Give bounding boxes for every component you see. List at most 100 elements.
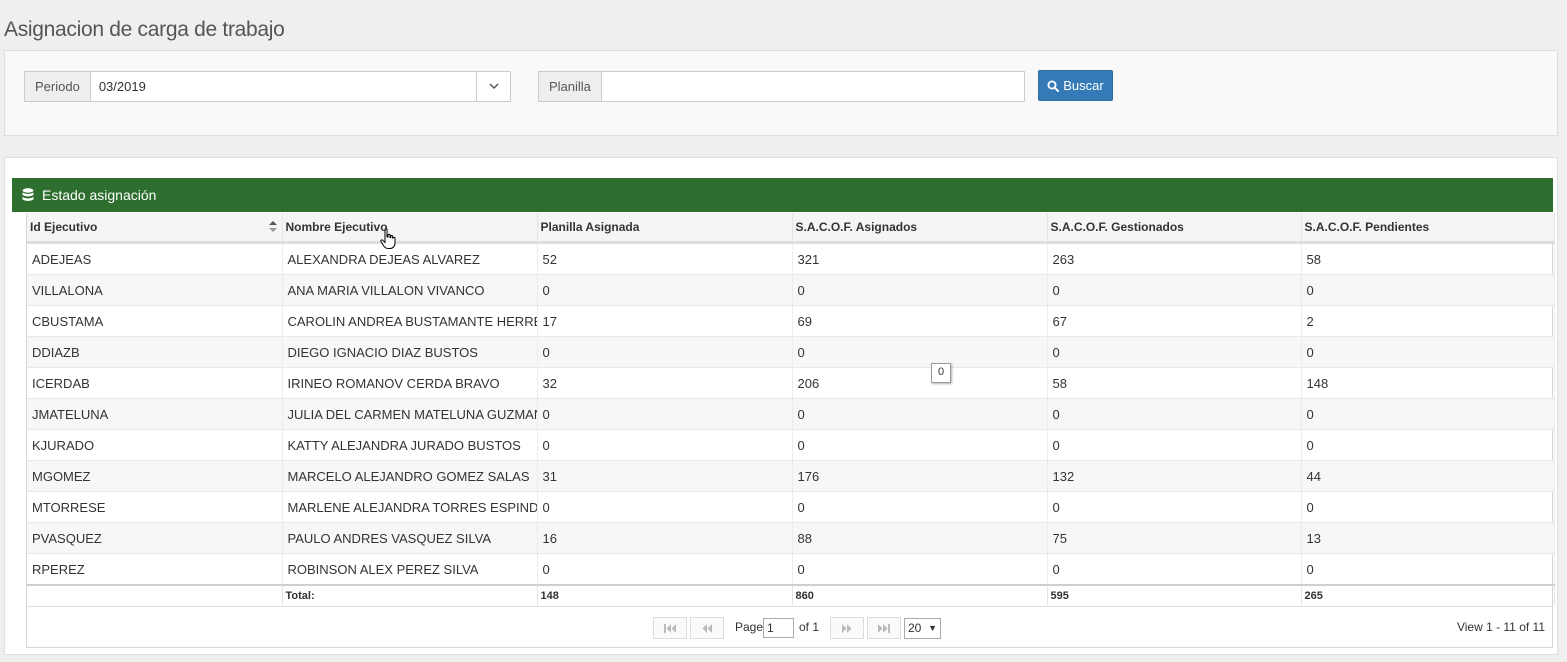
cell-id: MTORRESE xyxy=(27,491,283,523)
hand-cursor-icon xyxy=(380,228,396,249)
footer-total-gestionados: 595 xyxy=(1047,584,1302,606)
cell-asignados: 0 xyxy=(792,398,1048,430)
cell-nombre: MARCELO ALEJANDRO GOMEZ SALAS xyxy=(282,460,538,492)
last-page-button[interactable] xyxy=(867,617,901,639)
cell-gestionados: 67 xyxy=(1047,305,1302,337)
column-header-nombre[interactable]: Nombre Ejecutivo xyxy=(282,213,538,244)
cell-asignados: 176 xyxy=(792,460,1048,492)
cell-pendientes: 0 xyxy=(1301,553,1555,586)
cell-planilla: 17 xyxy=(537,305,793,337)
page-title: Asignacion de carga de trabajo xyxy=(4,18,285,42)
cell-pendientes: 2 xyxy=(1301,305,1555,337)
first-page-icon xyxy=(664,623,676,633)
cell-asignados: 0 xyxy=(792,553,1048,586)
pager: Page 1 of 1 20 ▼ View 1 - 11 of 11 xyxy=(27,606,1552,647)
sort-icon xyxy=(268,221,277,232)
cell-id: ADEJEAS xyxy=(27,242,283,275)
cell-gestionados: 0 xyxy=(1047,491,1302,523)
page-number-input[interactable]: 1 xyxy=(763,618,794,638)
cell-nombre: KATTY ALEJANDRA JURADO BUSTOS xyxy=(282,429,538,461)
last-page-icon xyxy=(878,623,890,633)
cell-gestionados: 0 xyxy=(1047,398,1302,430)
table-row[interactable]: MGOMEZ MARCELO ALEJANDRO GOMEZ SALAS 31 176… xyxy=(27,460,1555,492)
column-header-id[interactable]: Id Ejecutivo xyxy=(27,213,283,244)
cell-pendientes: 148 xyxy=(1301,367,1555,399)
cell-nombre: ROBINSON ALEX PEREZ SILVA xyxy=(282,553,538,586)
planilla-group: Planilla xyxy=(538,71,1025,102)
cell-asignados: 206 xyxy=(792,367,1048,399)
prev-page-button[interactable] xyxy=(690,617,724,639)
cell-id: RPEREZ xyxy=(27,553,283,586)
table-footer-row: Total: 148 860 595 265 xyxy=(27,584,1555,606)
cell-planilla: 16 xyxy=(537,522,793,554)
results-panel: Estado asignación Id Ejecutivo Nombre Ej… xyxy=(4,157,1558,655)
cell-planilla: 0 xyxy=(537,491,793,523)
table-row[interactable]: CBUSTAMA CAROLIN ANDREA BUSTAMANTE HERRER… xyxy=(27,305,1555,337)
panel-title: Estado asignación xyxy=(42,187,157,203)
cell-asignados: 0 xyxy=(792,429,1048,461)
search-button[interactable]: Buscar xyxy=(1038,70,1113,101)
column-header-asignados[interactable]: S.A.C.O.F. Asignados xyxy=(792,213,1048,244)
cell-planilla: 0 xyxy=(537,429,793,461)
cell-planilla: 32 xyxy=(537,367,793,399)
search-button-label: Buscar xyxy=(1063,78,1104,93)
cell-gestionados: 0 xyxy=(1047,274,1302,306)
cell-id: KJURADO xyxy=(27,429,283,461)
cell-pendientes: 0 xyxy=(1301,398,1555,430)
cell-asignados: 69 xyxy=(792,305,1048,337)
cell-asignados: 0 xyxy=(792,491,1048,523)
cell-id: CBUSTAMA xyxy=(27,305,283,337)
page-of-label: of 1 xyxy=(799,620,820,634)
table-row[interactable]: ADEJEAS ALEXANDRA DEJEAS ALVAREZ 52 321 263 5… xyxy=(27,242,1555,275)
table-row[interactable]: KJURADO KATTY ALEJANDRA JURADO BUSTOS 0 0 0 0 xyxy=(27,429,1555,461)
table-row[interactable]: ICERDAB IRINEO ROMANOV CERDA BRAVO 32 206 58… xyxy=(27,367,1555,399)
footer-total-asignados: 860 xyxy=(792,584,1048,606)
table-row[interactable]: DDIAZB DIEGO IGNACIO DIAZ BUSTOS 0 0 0 0 xyxy=(27,336,1555,368)
cell-pendientes: 0 xyxy=(1301,336,1555,368)
periodo-group: Periodo 03/2019 xyxy=(24,71,511,102)
cell-pendientes: 13 xyxy=(1301,522,1555,554)
cell-nombre: ALEXANDRA DEJEAS ALVAREZ xyxy=(282,242,538,275)
cell-planilla: 0 xyxy=(537,398,793,430)
rows-per-page-select[interactable]: 20 ▼ xyxy=(904,618,941,639)
cell-planilla: 0 xyxy=(537,553,793,586)
first-page-button[interactable] xyxy=(653,617,687,639)
table-row[interactable]: PVASQUEZ PAULO ANDRES VASQUEZ SILVA 16 88 75… xyxy=(27,522,1555,554)
cell-planilla: 0 xyxy=(537,336,793,368)
cell-id: MGOMEZ xyxy=(27,460,283,492)
periodo-select[interactable]: 03/2019 xyxy=(90,71,511,102)
cell-asignados: 0 xyxy=(792,274,1048,306)
cell-gestionados: 0 xyxy=(1047,429,1302,461)
table-row[interactable]: VILLALONA ANA MARIA VILLALON VIVANCO 0 0 0 0 xyxy=(27,274,1555,306)
chevron-down-icon[interactable] xyxy=(476,72,510,101)
assignment-table: Id Ejecutivo Nombre Ejecutivo Planilla A… xyxy=(27,213,1555,606)
cell-id: ICERDAB xyxy=(27,367,283,399)
cell-gestionados: 0 xyxy=(1047,336,1302,368)
table-row[interactable]: RPEREZ ROBINSON ALEX PEREZ SILVA 0 0 0 0 xyxy=(27,553,1555,586)
cell-id: PVASQUEZ xyxy=(27,522,283,554)
next-page-icon xyxy=(842,623,852,633)
page-label: Page xyxy=(735,620,764,634)
cell-gestionados: 58 xyxy=(1047,367,1302,399)
cell-gestionados: 263 xyxy=(1047,242,1302,275)
footer-total-pendientes: 265 xyxy=(1301,584,1555,606)
cell-gestionados: 75 xyxy=(1047,522,1302,554)
cell-id: DDIAZB xyxy=(27,336,283,368)
view-info: View 1 - 11 of 11 xyxy=(1456,620,1545,634)
tooltip: 0 xyxy=(931,363,951,383)
next-page-button[interactable] xyxy=(830,617,864,639)
column-header-planilla[interactable]: Planilla Asignada xyxy=(537,213,793,244)
column-header-gestionados[interactable]: S.A.C.O.F. Gestionados xyxy=(1047,213,1302,244)
cell-asignados: 88 xyxy=(792,522,1048,554)
planilla-input[interactable] xyxy=(601,71,1025,102)
cell-pendientes: 0 xyxy=(1301,491,1555,523)
cell-nombre: PAULO ANDRES VASQUEZ SILVA xyxy=(282,522,538,554)
cell-pendientes: 0 xyxy=(1301,274,1555,306)
rows-per-page-value: 20 xyxy=(908,621,922,635)
cell-nombre: MARLENE ALEJANDRA TORRES ESPINDOLA xyxy=(282,491,538,523)
table-row[interactable]: MTORRESE MARLENE ALEJANDRA TORRES ESPINDO… xyxy=(27,491,1555,523)
footer-total-label: Total: xyxy=(282,584,538,606)
column-header-pendientes[interactable]: S.A.C.O.F. Pendientes xyxy=(1301,213,1555,244)
data-grid: Id Ejecutivo Nombre Ejecutivo Planilla A… xyxy=(26,213,1555,648)
table-row[interactable]: JMATELUNA JULIA DEL CARMEN MATELUNA GUZMA… xyxy=(27,398,1555,430)
